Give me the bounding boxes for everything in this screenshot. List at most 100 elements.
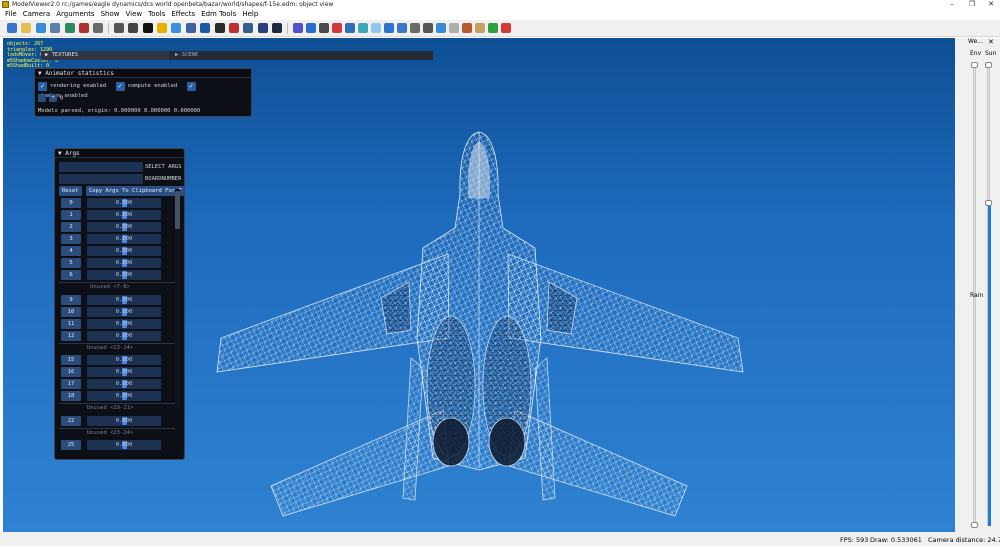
arg-value-slider[interactable]: 0.000 bbox=[87, 270, 161, 280]
arg-value-slider[interactable]: 0.000 bbox=[87, 367, 161, 377]
arg-value-slider[interactable]: 0.000 bbox=[87, 355, 161, 365]
arg-id-button[interactable]: 0 bbox=[61, 198, 81, 208]
3d-viewport[interactable]: objects: 267 triangles: 1290 lodsMover: … bbox=[3, 38, 955, 532]
sun-slider-thumb[interactable] bbox=[985, 62, 992, 68]
rendering-enabled-checkbox[interactable]: ✓ bbox=[38, 82, 47, 91]
texture-icon[interactable] bbox=[79, 23, 89, 33]
red-sphere-icon[interactable] bbox=[331, 23, 342, 33]
boardnumber-input[interactable] bbox=[59, 174, 143, 184]
step-plus-button[interactable]: + bbox=[49, 94, 57, 102]
menu-arguments[interactable]: Arguments bbox=[53, 9, 97, 20]
menu-tools[interactable]: Tools bbox=[145, 9, 168, 20]
save-icon[interactable] bbox=[7, 23, 17, 33]
arg-id-button[interactable]: 5 bbox=[61, 258, 81, 268]
grid-icon[interactable] bbox=[93, 23, 104, 33]
globe2-icon[interactable] bbox=[396, 23, 407, 33]
textures-header[interactable]: ▶ TEXTURES bbox=[41, 51, 169, 60]
bar-chart-icon[interactable] bbox=[292, 23, 303, 33]
cycle-icon[interactable] bbox=[257, 23, 268, 33]
minimize-button[interactable]: – bbox=[945, 0, 959, 9]
arg-id-button[interactable]: 22 bbox=[61, 415, 81, 426]
menu-effects[interactable]: Effects bbox=[168, 9, 198, 20]
arg-value-slider[interactable]: 0.000 bbox=[87, 318, 161, 329]
gear-icon[interactable] bbox=[113, 23, 124, 33]
globe-icon[interactable] bbox=[35, 23, 46, 33]
bomb-icon[interactable] bbox=[272, 23, 283, 33]
arg-value-slider[interactable]: 0.000 bbox=[87, 440, 161, 450]
ship-icon[interactable] bbox=[435, 23, 446, 33]
lamp-icon[interactable] bbox=[171, 23, 182, 33]
arg-id-button[interactable]: 17 bbox=[61, 379, 81, 389]
close-button[interactable]: ✕ bbox=[984, 0, 998, 9]
maximize-button[interactable]: ❐ bbox=[965, 0, 979, 9]
menu-help[interactable]: Help bbox=[239, 9, 261, 20]
arg-value-slider[interactable]: 0.000 bbox=[87, 246, 161, 256]
menu-view[interactable]: View bbox=[122, 9, 145, 20]
compute-enabled-checkbox[interactable]: ✓ bbox=[115, 82, 125, 91]
shadows-enabled-checkbox[interactable]: ✓ bbox=[186, 82, 196, 91]
arg-value-slider[interactable]: 0.000 bbox=[87, 294, 161, 305]
open-icon[interactable] bbox=[21, 23, 32, 33]
menu-show[interactable]: Show bbox=[98, 9, 123, 20]
palette-icon[interactable] bbox=[229, 23, 239, 33]
arg-id-button[interactable]: 3 bbox=[61, 234, 81, 244]
copy-args-button[interactable]: Copy Args To Clipboard For F bbox=[86, 186, 184, 196]
arg-id-button[interactable]: 10 bbox=[61, 306, 81, 317]
args-title[interactable]: ▼ Args bbox=[55, 149, 184, 158]
arg-id-button[interactable]: 9 bbox=[61, 294, 81, 305]
step-minus-button[interactable] bbox=[38, 94, 46, 102]
arg-value-slider[interactable]: 0.000 bbox=[87, 234, 161, 244]
select-args-input[interactable] bbox=[59, 162, 143, 172]
arg-id-button[interactable]: 1 bbox=[61, 210, 81, 220]
env-slider-bottom-thumb[interactable] bbox=[971, 522, 978, 528]
shield-icon[interactable] bbox=[243, 23, 254, 33]
menu-edm-tools[interactable]: Edm Tools bbox=[198, 9, 239, 20]
flask-icon[interactable] bbox=[185, 23, 196, 33]
table-icon[interactable] bbox=[474, 23, 485, 33]
arg-value-slider[interactable]: 0.000 bbox=[87, 379, 161, 389]
stop-icon[interactable] bbox=[500, 23, 511, 33]
bone-icon[interactable] bbox=[142, 23, 153, 33]
arg-value-slider[interactable]: 0.000 bbox=[87, 210, 161, 220]
arg-value-slider[interactable]: 0.000 bbox=[87, 330, 161, 341]
arg-value-slider[interactable]: 0.000 bbox=[87, 415, 161, 426]
matrix-icon[interactable] bbox=[487, 23, 498, 33]
arg-id-button[interactable]: 12 bbox=[61, 330, 81, 341]
refresh-icon[interactable] bbox=[50, 23, 61, 33]
env-slider-thumb[interactable] bbox=[971, 62, 978, 68]
arg-id-button[interactable]: 15 bbox=[61, 355, 81, 365]
scene-header[interactable]: ▶ SCENE bbox=[169, 51, 433, 60]
arg-id-button[interactable]: 16 bbox=[61, 367, 81, 377]
blue-square-icon[interactable] bbox=[383, 23, 394, 33]
reset-button[interactable]: Reset bbox=[59, 186, 82, 196]
arg-value-slider[interactable]: 0.000 bbox=[87, 391, 161, 401]
arg-id-button[interactable]: 2 bbox=[61, 222, 81, 232]
menu-camera[interactable]: Camera bbox=[20, 9, 53, 20]
rain-slider-thumb[interactable] bbox=[985, 199, 992, 206]
panel-close-icon[interactable]: ✕ bbox=[988, 38, 994, 46]
plane-icon[interactable] bbox=[214, 23, 225, 33]
vehicle-icon[interactable] bbox=[409, 23, 420, 33]
animator-statistics-title[interactable]: ▼ Animator statistics bbox=[35, 69, 251, 78]
arg-id-button[interactable]: 25 bbox=[61, 440, 81, 450]
arg-value-slider[interactable]: 0.000 bbox=[87, 222, 161, 232]
cursor-icon[interactable] bbox=[128, 23, 139, 33]
arg-id-button[interactable]: 4 bbox=[61, 246, 81, 256]
arg-id-button[interactable]: 6 bbox=[61, 270, 81, 280]
menu-file[interactable]: File bbox=[2, 9, 20, 20]
arg-value-slider[interactable]: 0.000 bbox=[87, 258, 161, 268]
arrow-icon[interactable] bbox=[200, 23, 211, 33]
teal-sphere-icon[interactable] bbox=[357, 23, 368, 33]
light-icon[interactable] bbox=[157, 23, 167, 33]
arg-value-slider[interactable]: 0.000 bbox=[87, 306, 161, 317]
arg-id-button[interactable]: 18 bbox=[61, 391, 81, 401]
cube-icon[interactable] bbox=[318, 23, 329, 33]
reload-icon[interactable] bbox=[64, 23, 75, 33]
arg-value-slider[interactable]: 0.000 bbox=[87, 198, 161, 208]
dot-icon[interactable] bbox=[305, 23, 316, 33]
tank-icon[interactable] bbox=[422, 23, 433, 33]
fx-icon[interactable] bbox=[461, 23, 472, 33]
args-scrollbar-thumb[interactable] bbox=[175, 191, 180, 229]
light-blue-icon[interactable] bbox=[370, 23, 381, 33]
arg-id-button[interactable]: 11 bbox=[61, 318, 81, 329]
